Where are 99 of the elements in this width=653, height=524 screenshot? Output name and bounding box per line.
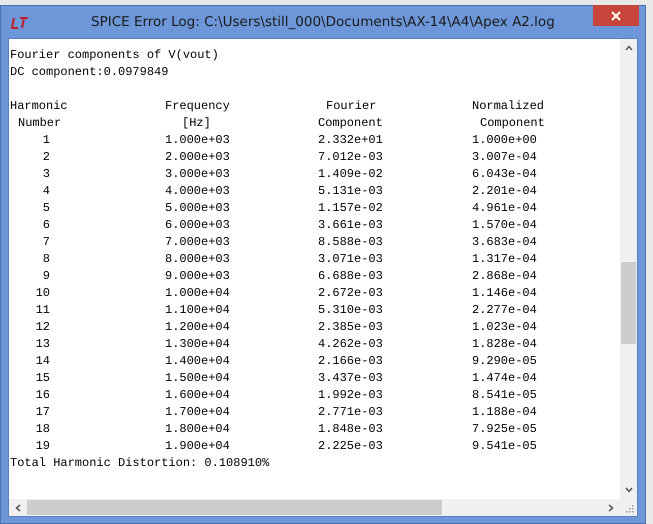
table-cell: 9.000e+03 [165, 268, 230, 285]
table-cell: 8.000e+03 [165, 251, 230, 268]
table-cell: 3.661e-03 [318, 217, 383, 234]
log-line: Fourier components of V(vout) [10, 47, 220, 64]
table-cell: 2.277e-04 [472, 302, 537, 319]
table-cell: 1.146e-04 [472, 285, 537, 302]
table-cell: 8.588e-03 [318, 234, 383, 251]
table-cell-text: 17 [34, 404, 50, 421]
table-cell: 1.317e-04 [472, 251, 537, 268]
table-cell: 1.800e+04 [165, 421, 230, 438]
column-header: Harmonic [10, 98, 68, 115]
table-cell-text: 13 [34, 336, 50, 353]
table-cell-text: 18 [34, 421, 50, 438]
column-header: Fourier [326, 98, 376, 115]
scrollbar-thumb[interactable] [621, 262, 636, 344]
table-cell: 1.992e-03 [318, 387, 383, 404]
table-cell: 1.023e-04 [472, 319, 537, 336]
table-cell: 1.900e+04 [165, 438, 230, 455]
table-cell: 6.043e-04 [472, 166, 537, 183]
table-cell: 3.000e+03 [165, 166, 230, 183]
table-cell-text: 5 [42, 200, 50, 217]
table-cell: 2.868e-04 [472, 268, 537, 285]
log-line: DC component:0.0979849 [10, 64, 170, 81]
resize-grip-icon[interactable] [626, 505, 634, 513]
scrollbar-thumb[interactable] [27, 500, 442, 515]
table-cell: 3.007e-04 [472, 149, 537, 166]
table-cell: 2.771e-03 [318, 404, 383, 421]
table-cell-text: 8 [42, 251, 50, 268]
column-header: Frequency [165, 98, 230, 115]
table-cell-text: 16 [34, 387, 50, 404]
table-cell-text: 12 [34, 319, 50, 336]
table-cell: 1.700e+04 [165, 404, 230, 421]
table-cell: 5.310e-03 [318, 302, 383, 319]
table-cell: 1.500e+04 [165, 370, 230, 387]
table-cell: 9.290e-05 [472, 353, 537, 370]
table-cell: 2.225e-03 [318, 438, 383, 455]
table-cell: 1.000e+00 [472, 132, 537, 149]
column-header: Number [18, 115, 62, 132]
table-cell: 2.000e+03 [165, 149, 230, 166]
table-cell: 1.409e-02 [318, 166, 383, 183]
table-cell: 1.000e+03 [165, 132, 230, 149]
table-cell: 4.262e-03 [318, 336, 383, 353]
logo-icon [11, 17, 29, 29]
table-cell: 1.600e+04 [165, 387, 230, 404]
table-cell: 2.385e-03 [318, 319, 383, 336]
table-cell-text: 10 [34, 285, 50, 302]
scroll-down-icon[interactable] [624, 487, 632, 493]
scroll-left-icon[interactable] [15, 504, 21, 512]
table-cell: 7.000e+03 [165, 234, 230, 251]
table-cell-text: 14 [34, 353, 50, 370]
window-title: SPICE Error Log: C:\Users\still_000\Documents\AX-14\A4\Apex A2.log [91, 14, 555, 30]
table-cell: 2.201e-04 [472, 183, 537, 200]
close-icon [611, 10, 621, 20]
table-cell: 2.672e-03 [318, 285, 383, 302]
table-cell-text: 2 [42, 149, 50, 166]
table-cell: 7.012e-03 [318, 149, 383, 166]
column-header: [Hz] [182, 115, 211, 132]
table-cell: 2.166e-03 [318, 353, 383, 370]
table-cell: 1.570e-04 [472, 217, 537, 234]
close-button[interactable] [593, 5, 639, 26]
table-cell: 9.541e-05 [472, 438, 537, 455]
table-cell: 5.000e+03 [165, 200, 230, 217]
table-cell: 1.300e+04 [165, 336, 230, 353]
table-cell: 1.188e-04 [472, 404, 537, 421]
table-cell-text: 19 [34, 438, 50, 455]
table-cell: 6.000e+03 [165, 217, 230, 234]
table-cell-text: 4 [42, 183, 50, 200]
table-cell-text: 7 [42, 234, 50, 251]
table-cell-text: 11 [34, 302, 50, 319]
table-cell-text: 3 [42, 166, 50, 183]
table-cell: 3.437e-03 [318, 370, 383, 387]
table-cell: 8.541e-05 [472, 387, 537, 404]
table-cell-text: 15 [34, 370, 50, 387]
table-cell: 4.961e-04 [472, 200, 537, 217]
table-cell: 3.683e-04 [472, 234, 537, 251]
log-line: Total Harmonic Distortion: 0.108910% [10, 455, 270, 472]
column-header: Component [480, 115, 545, 132]
table-cell: 1.100e+04 [165, 302, 230, 319]
table-cell: 1.848e-03 [318, 421, 383, 438]
table-cell: 1.200e+04 [165, 319, 230, 336]
table-cell: 4.000e+03 [165, 183, 230, 200]
table-cell-text: 6 [42, 217, 50, 234]
table-cell: 1.157e-02 [318, 200, 383, 217]
table-cell: 2.332e+01 [318, 132, 383, 149]
scroll-right-icon[interactable] [608, 504, 614, 512]
vertical-scrollbar[interactable] [620, 39, 637, 499]
table-cell: 6.688e-03 [318, 268, 383, 285]
table-cell: 1.828e-04 [472, 336, 537, 353]
table-cell: 1.000e+04 [165, 285, 230, 302]
table-cell: 3.071e-03 [318, 251, 383, 268]
table-cell-text: 9 [42, 268, 50, 285]
column-header: Normalized [472, 98, 544, 115]
scroll-up-icon[interactable] [624, 45, 632, 51]
table-cell-text: 1 [42, 132, 50, 149]
table-cell: 1.474e-04 [472, 370, 537, 387]
table-cell: 7.925e-05 [472, 421, 537, 438]
column-header: Component [318, 115, 383, 132]
table-cell: 5.131e-03 [318, 183, 383, 200]
table-cell: 1.400e+04 [165, 353, 230, 370]
